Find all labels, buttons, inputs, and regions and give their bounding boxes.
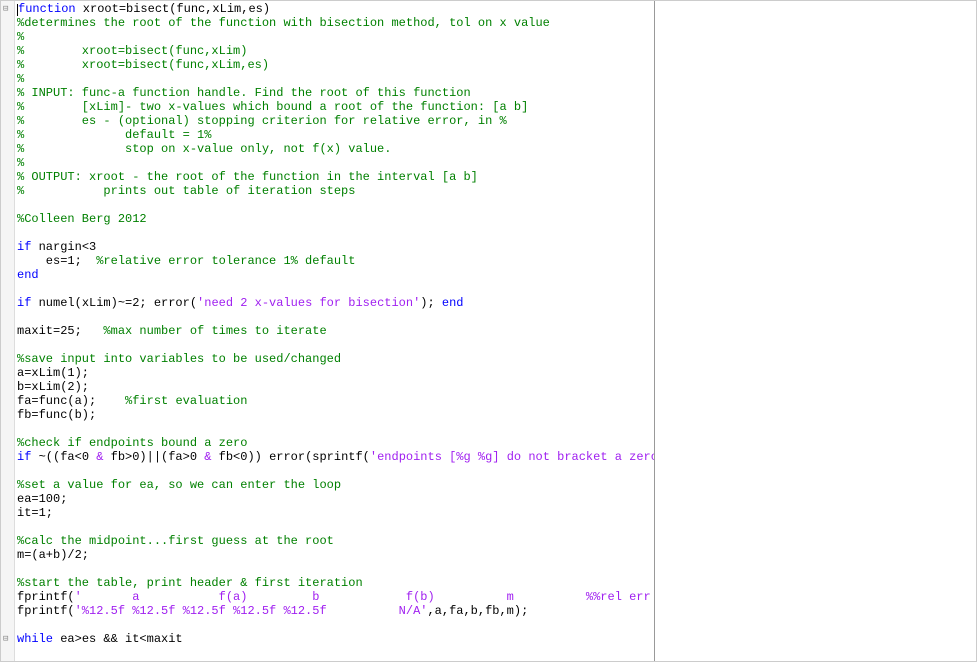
fold-gutter: ⊟ ⊟ bbox=[1, 1, 15, 661]
code-line: % default = 1% bbox=[17, 128, 652, 142]
code-line: % stop on x-value only, not f(x) value. bbox=[17, 142, 652, 156]
code-line: % prints out table of iteration steps bbox=[17, 184, 652, 198]
code-line: % INPUT: func-a function handle. Find th… bbox=[17, 86, 652, 100]
code-line: %start the table, print header & first i… bbox=[17, 576, 652, 590]
code-line: maxit=25; %max number of times to iterat… bbox=[17, 324, 652, 338]
code-line: fprintf('%12.5f %12.5f %12.5f %12.5f %12… bbox=[17, 604, 652, 618]
code-line bbox=[17, 520, 652, 534]
code-line: %check if endpoints bound a zero bbox=[17, 436, 652, 450]
code-line: fb=func(b); bbox=[17, 408, 652, 422]
code-line bbox=[17, 198, 652, 212]
code-line bbox=[17, 338, 652, 352]
code-line: ea=100; bbox=[17, 492, 652, 506]
editor-container: ⊟ ⊟ function xroot=bisect(func,xLim,es)%… bbox=[0, 0, 977, 662]
code-line bbox=[17, 464, 652, 478]
fold-icon-top[interactable]: ⊟ bbox=[3, 2, 8, 16]
code-line: % OUTPUT: xroot - the root of the functi… bbox=[17, 170, 652, 184]
code-line: if nargin<3 bbox=[17, 240, 652, 254]
code-line: %determines the root of the function wit… bbox=[17, 16, 652, 30]
code-line: m=(a+b)/2; bbox=[17, 548, 652, 562]
code-line: fprintf(' a f(a) b f(b) m %%rel err in x… bbox=[17, 590, 652, 604]
code-line: a=xLim(1); bbox=[17, 366, 652, 380]
code-line: % bbox=[17, 156, 652, 170]
code-line: end bbox=[17, 268, 652, 282]
code-line: % bbox=[17, 30, 652, 44]
code-line: it=1; bbox=[17, 506, 652, 520]
code-line: if ~((fa<0 & fb>0)||(fa>0 & fb<0)) error… bbox=[17, 450, 652, 464]
fold-icon-bottom[interactable]: ⊟ bbox=[3, 632, 8, 646]
code-line: %calc the midpoint...first guess at the … bbox=[17, 534, 652, 548]
code-line: while ea>es && it<maxit bbox=[17, 632, 652, 646]
code-editor[interactable]: function xroot=bisect(func,xLim,es)%dete… bbox=[15, 1, 655, 661]
code-line: if numel(xLim)~=2; error('need 2 x-value… bbox=[17, 296, 652, 310]
code-line: fa=func(a); %first evaluation bbox=[17, 394, 652, 408]
code-line bbox=[17, 282, 652, 296]
code-line: % [xLim]- two x-values which bound a roo… bbox=[17, 100, 652, 114]
code-line bbox=[17, 422, 652, 436]
code-line: % es - (optional) stopping criterion for… bbox=[17, 114, 652, 128]
code-line: %save input into variables to be used/ch… bbox=[17, 352, 652, 366]
code-line bbox=[17, 562, 652, 576]
code-line: %set a value for ea, so we can enter the… bbox=[17, 478, 652, 492]
code-line bbox=[17, 226, 652, 240]
code-line: %Colleen Berg 2012 bbox=[17, 212, 652, 226]
code-line bbox=[17, 310, 652, 324]
code-line: % bbox=[17, 72, 652, 86]
code-line: % xroot=bisect(func,xLim) bbox=[17, 44, 652, 58]
code-line: b=xLim(2); bbox=[17, 380, 652, 394]
code-line bbox=[17, 618, 652, 632]
code-line: function xroot=bisect(func,xLim,es) bbox=[17, 2, 652, 16]
code-line: % xroot=bisect(func,xLim,es) bbox=[17, 58, 652, 72]
code-line: es=1; %relative error tolerance 1% defau… bbox=[17, 254, 652, 268]
right-pane bbox=[655, 1, 976, 661]
